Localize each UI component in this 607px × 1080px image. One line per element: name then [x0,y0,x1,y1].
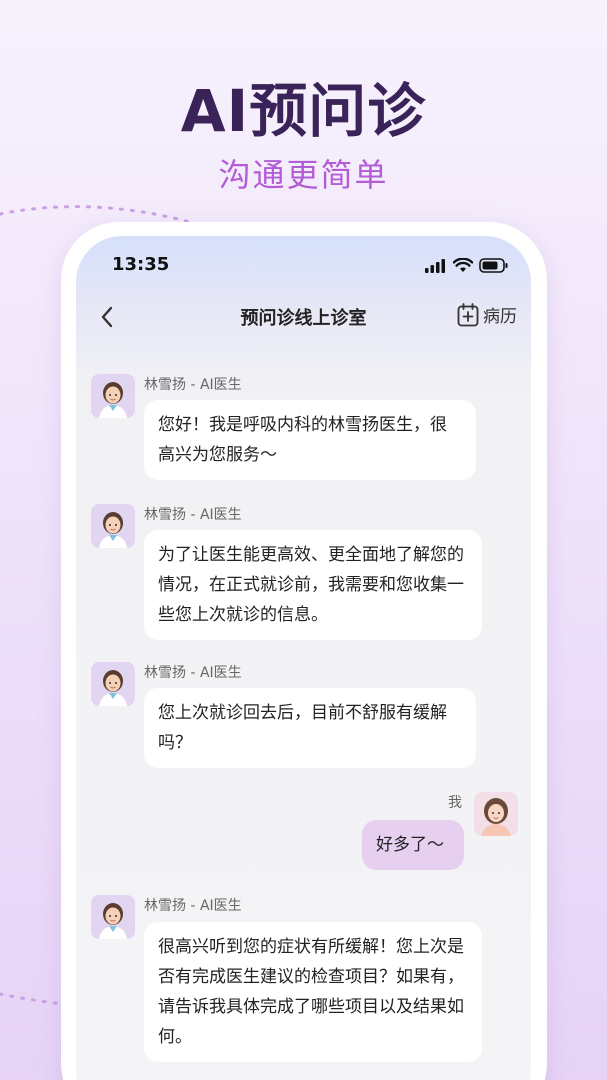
message-bubble: 您好！我是呼吸内科的林雪扬医生，很高兴为您服务～ [144,400,476,480]
message-bubble: 好多了～ [362,820,464,870]
phone-screen: 13:35 预问诊线上诊室 病历 林雪扬 - AI医生 您好！我是呼吸内科的林雪… [76,236,531,1080]
wifi-icon [453,258,473,272]
battery-icon [479,258,508,273]
message-sender: 林雪扬 - AI医生 [144,377,242,393]
message-sender: 我 [448,795,462,811]
hero-subtitle: 沟通更简单 [218,156,389,194]
message-sender: 林雪扬 - AI医生 [144,898,242,914]
doctor-avatar-image [91,504,135,548]
nav-bar: 预问诊线上诊室 病历 [76,296,531,338]
hero-title: AI预问诊 [180,77,427,145]
medical-records-button[interactable]: 病历 [457,302,517,327]
doctor-avatar-image [91,895,135,939]
doctor-avatar [91,504,135,548]
status-icons [425,258,509,273]
status-time: 13:35 [112,254,170,275]
calendar-plus-icon [457,302,479,326]
doctor-avatar-image [91,374,135,418]
message-bubble: 为了让医生能更高效、更全面地了解您的情况，在正式就诊前，我需要和您收集一些您上次… [144,530,482,640]
doctor-avatar [91,374,135,418]
medical-records-label: 病历 [483,307,517,327]
message-sender: 林雪扬 - AI医生 [144,665,242,681]
user-avatar-image [474,792,518,836]
doctor-avatar [91,662,135,706]
message-sender: 林雪扬 - AI医生 [144,507,242,523]
signal-icon [425,258,445,273]
doctor-avatar [91,895,135,939]
user-avatar [474,792,518,836]
message-bubble: 很高兴听到您的症状有所缓解！您上次是否有完成医生建议的检查项目？如果有，请告诉我… [144,922,482,1062]
doctor-avatar-image [91,662,135,706]
status-bar: 13:35 [76,236,531,296]
message-bubble: 您上次就诊回去后，目前不舒服有缓解吗？ [144,688,476,768]
